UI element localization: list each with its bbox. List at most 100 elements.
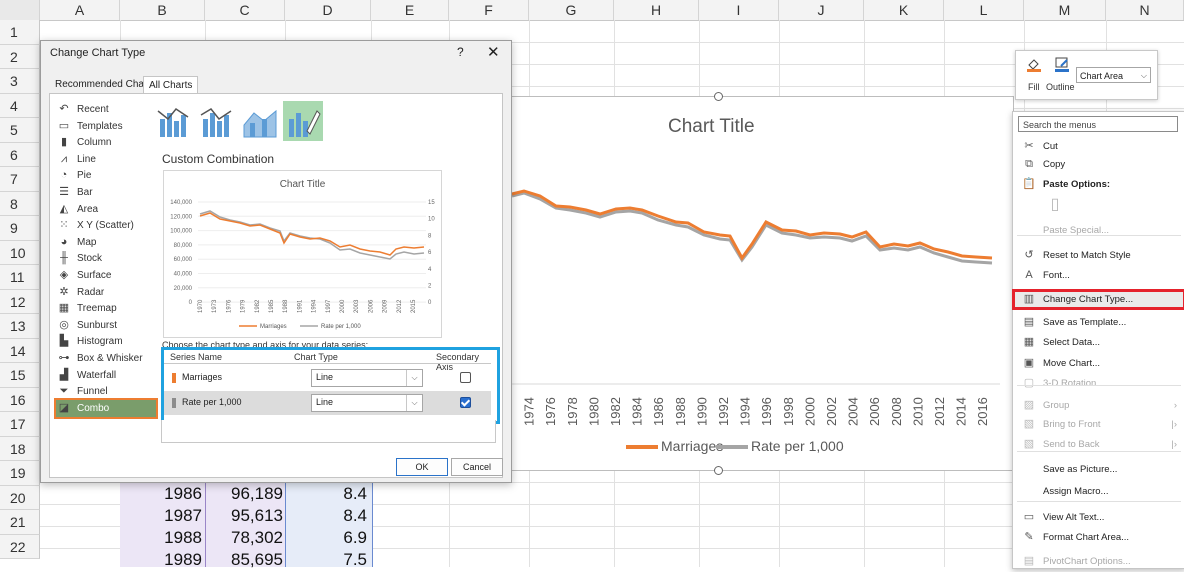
clustered-column-line-icon[interactable] xyxy=(154,101,194,141)
cell-year[interactable]: 1988 xyxy=(120,526,202,548)
column-header[interactable]: I xyxy=(699,0,779,20)
chart-type-area[interactable]: ◭ Area xyxy=(56,201,156,218)
column-header[interactable]: N xyxy=(1106,0,1184,20)
column-header[interactable]: F xyxy=(449,0,529,20)
legend-entry-marriages[interactable]: Marriages xyxy=(626,438,723,454)
row-header[interactable]: 3 xyxy=(0,69,40,94)
menu-item-assign-macro[interactable]: Assign Macro... xyxy=(1013,482,1184,501)
chart-type-recent[interactable]: ↶ Recent xyxy=(56,101,156,118)
chart-type-line[interactable]: ⩘ Line xyxy=(56,151,156,168)
chart-type-sunburst[interactable]: ◎ Sunburst xyxy=(56,317,156,334)
row-header[interactable]: 20 xyxy=(0,485,40,510)
chart-type-column[interactable]: ▮ Column xyxy=(56,134,156,151)
column-header[interactable]: H xyxy=(614,0,699,20)
row-header[interactable]: 9 xyxy=(0,216,40,241)
row-header[interactable]: 17 xyxy=(0,412,40,437)
series-row-marriages[interactable]: Marriages Line ⌵ xyxy=(164,366,491,390)
row-header[interactable]: 7 xyxy=(0,167,40,192)
cell-marriages[interactable]: 95,613 xyxy=(205,504,283,526)
row-header[interactable]: 8 xyxy=(0,191,40,216)
menu-item-save-as-template[interactable]: ▤ Save as Template... xyxy=(1013,313,1184,332)
chart-type-funnel[interactable]: ⏷ Funnel xyxy=(56,383,156,400)
column-header[interactable]: C xyxy=(205,0,285,20)
column-line-secondary-icon[interactable] xyxy=(197,101,237,141)
column-header[interactable]: E xyxy=(371,0,449,20)
chart-type-map[interactable]: ◕ Map xyxy=(56,234,156,251)
row-header[interactable]: 11 xyxy=(0,265,40,290)
select-all-corner[interactable] xyxy=(0,0,40,20)
row-header[interactable]: 13 xyxy=(0,314,40,339)
row-header[interactable]: 12 xyxy=(0,289,40,314)
cell-marriages[interactable]: 96,189 xyxy=(205,482,283,504)
row-header[interactable]: 4 xyxy=(0,93,40,118)
cell-marriages[interactable]: 78,302 xyxy=(205,526,283,548)
stacked-area-column-icon[interactable] xyxy=(240,101,280,141)
menu-item-move-chart[interactable]: ▣ Move Chart... xyxy=(1013,354,1184,373)
row-header[interactable]: 18 xyxy=(0,436,40,461)
menu-item-view-alt-text[interactable]: ▭ View Alt Text... xyxy=(1013,508,1184,527)
menu-search-input[interactable]: Search the menus xyxy=(1018,116,1178,132)
chart-type-waterfall[interactable]: ▟ Waterfall xyxy=(56,367,156,384)
menu-item-paste-options[interactable]: 📋 Paste Options: xyxy=(1013,175,1184,194)
menu-item-change-chart-type[interactable]: ▥ Change Chart Type... xyxy=(1012,289,1184,310)
column-header[interactable]: M xyxy=(1024,0,1106,20)
column-header[interactable]: L xyxy=(944,0,1024,20)
series-line-rate[interactable] xyxy=(511,191,993,265)
row-header[interactable]: 22 xyxy=(0,534,40,559)
chart-type-dropdown[interactable]: Line ⌵ xyxy=(311,394,423,412)
cell-rate[interactable]: 6.9 xyxy=(285,526,367,548)
fill-bucket-icon[interactable] xyxy=(1026,56,1042,72)
menu-item-save-as-picture[interactable]: Save as Picture... xyxy=(1013,460,1184,479)
row-header[interactable]: 10 xyxy=(0,240,40,265)
secondary-axis-checkbox[interactable] xyxy=(460,397,471,408)
legend-entry-rate[interactable]: Rate per 1,000 xyxy=(716,438,844,454)
help-button[interactable]: ? xyxy=(457,45,464,59)
chart-type-radar[interactable]: ✲ Radar xyxy=(56,284,156,301)
chart-type-treemap[interactable]: ▦ Treemap xyxy=(56,300,156,317)
menu-item-font[interactable]: A Font... xyxy=(1013,266,1184,285)
close-button[interactable]: ✕ xyxy=(487,43,500,61)
menu-item-cut[interactable]: ✂ Cut xyxy=(1013,137,1184,156)
cell-year[interactable]: 1987 xyxy=(120,504,202,526)
chart-element-dropdown[interactable]: Chart Area ⌵ xyxy=(1076,67,1151,83)
tab-all-charts[interactable]: All Charts xyxy=(143,76,199,94)
cancel-button[interactable]: Cancel xyxy=(451,458,503,476)
chart-type-pie[interactable]: ◔ Pie xyxy=(56,167,156,184)
cell-year[interactable]: 1986 xyxy=(120,482,202,504)
secondary-axis-checkbox[interactable] xyxy=(460,372,471,383)
chart-type-templates[interactable]: ▭ Templates xyxy=(56,118,156,135)
chart-type-stock[interactable]: ╫ Stock xyxy=(56,250,156,267)
row-header[interactable]: 16 xyxy=(0,387,40,412)
menu-item-format-chart-area[interactable]: ✎ Format Chart Area... xyxy=(1013,528,1184,547)
column-header[interactable]: G xyxy=(529,0,614,20)
chart-type-surface[interactable]: ◈ Surface xyxy=(56,267,156,284)
outline-pen-icon[interactable] xyxy=(1054,56,1070,72)
row-header[interactable]: 19 xyxy=(0,461,40,486)
column-header[interactable]: K xyxy=(864,0,944,20)
chart-type-dropdown[interactable]: Line ⌵ xyxy=(311,369,423,387)
column-header[interactable]: D xyxy=(285,0,371,20)
chart-type-combo[interactable]: ◪ Combo xyxy=(54,397,158,419)
cell-rate[interactable]: 8.4 xyxy=(285,504,367,526)
series-row-rate[interactable]: Rate per 1,000 Line ⌵ xyxy=(164,391,491,415)
row-header[interactable]: 5 xyxy=(0,118,40,143)
cell-rate[interactable]: 8.4 xyxy=(285,482,367,504)
chart-type-box-whisker[interactable]: ⊶ Box & Whisker xyxy=(56,350,156,367)
menu-item-reset-to-match-style[interactable]: ↺ Reset to Match Style xyxy=(1013,246,1184,265)
row-header[interactable]: 1 xyxy=(0,20,40,45)
custom-combination-icon[interactable] xyxy=(283,101,323,141)
chart-type-x-y-scatter-[interactable]: ⁙ X Y (Scatter) xyxy=(56,217,156,234)
column-header[interactable]: J xyxy=(779,0,864,20)
row-header[interactable]: 15 xyxy=(0,363,40,388)
menu-item-copy[interactable]: ⧉ Copy xyxy=(1013,155,1184,174)
row-header[interactable]: 14 xyxy=(0,338,40,363)
row-header[interactable]: 21 xyxy=(0,510,40,535)
chart-type-bar[interactable]: ☰ Bar xyxy=(56,184,156,201)
ok-button[interactable]: OK xyxy=(396,458,448,476)
column-header[interactable]: B xyxy=(120,0,205,20)
chart-type-histogram[interactable]: ▙ Histogram xyxy=(56,333,156,350)
row-header[interactable]: 6 xyxy=(0,142,40,167)
row-header[interactable]: 2 xyxy=(0,44,40,69)
column-header[interactable]: A xyxy=(40,0,120,20)
menu-item-select-data[interactable]: ▦ Select Data... xyxy=(1013,333,1184,352)
